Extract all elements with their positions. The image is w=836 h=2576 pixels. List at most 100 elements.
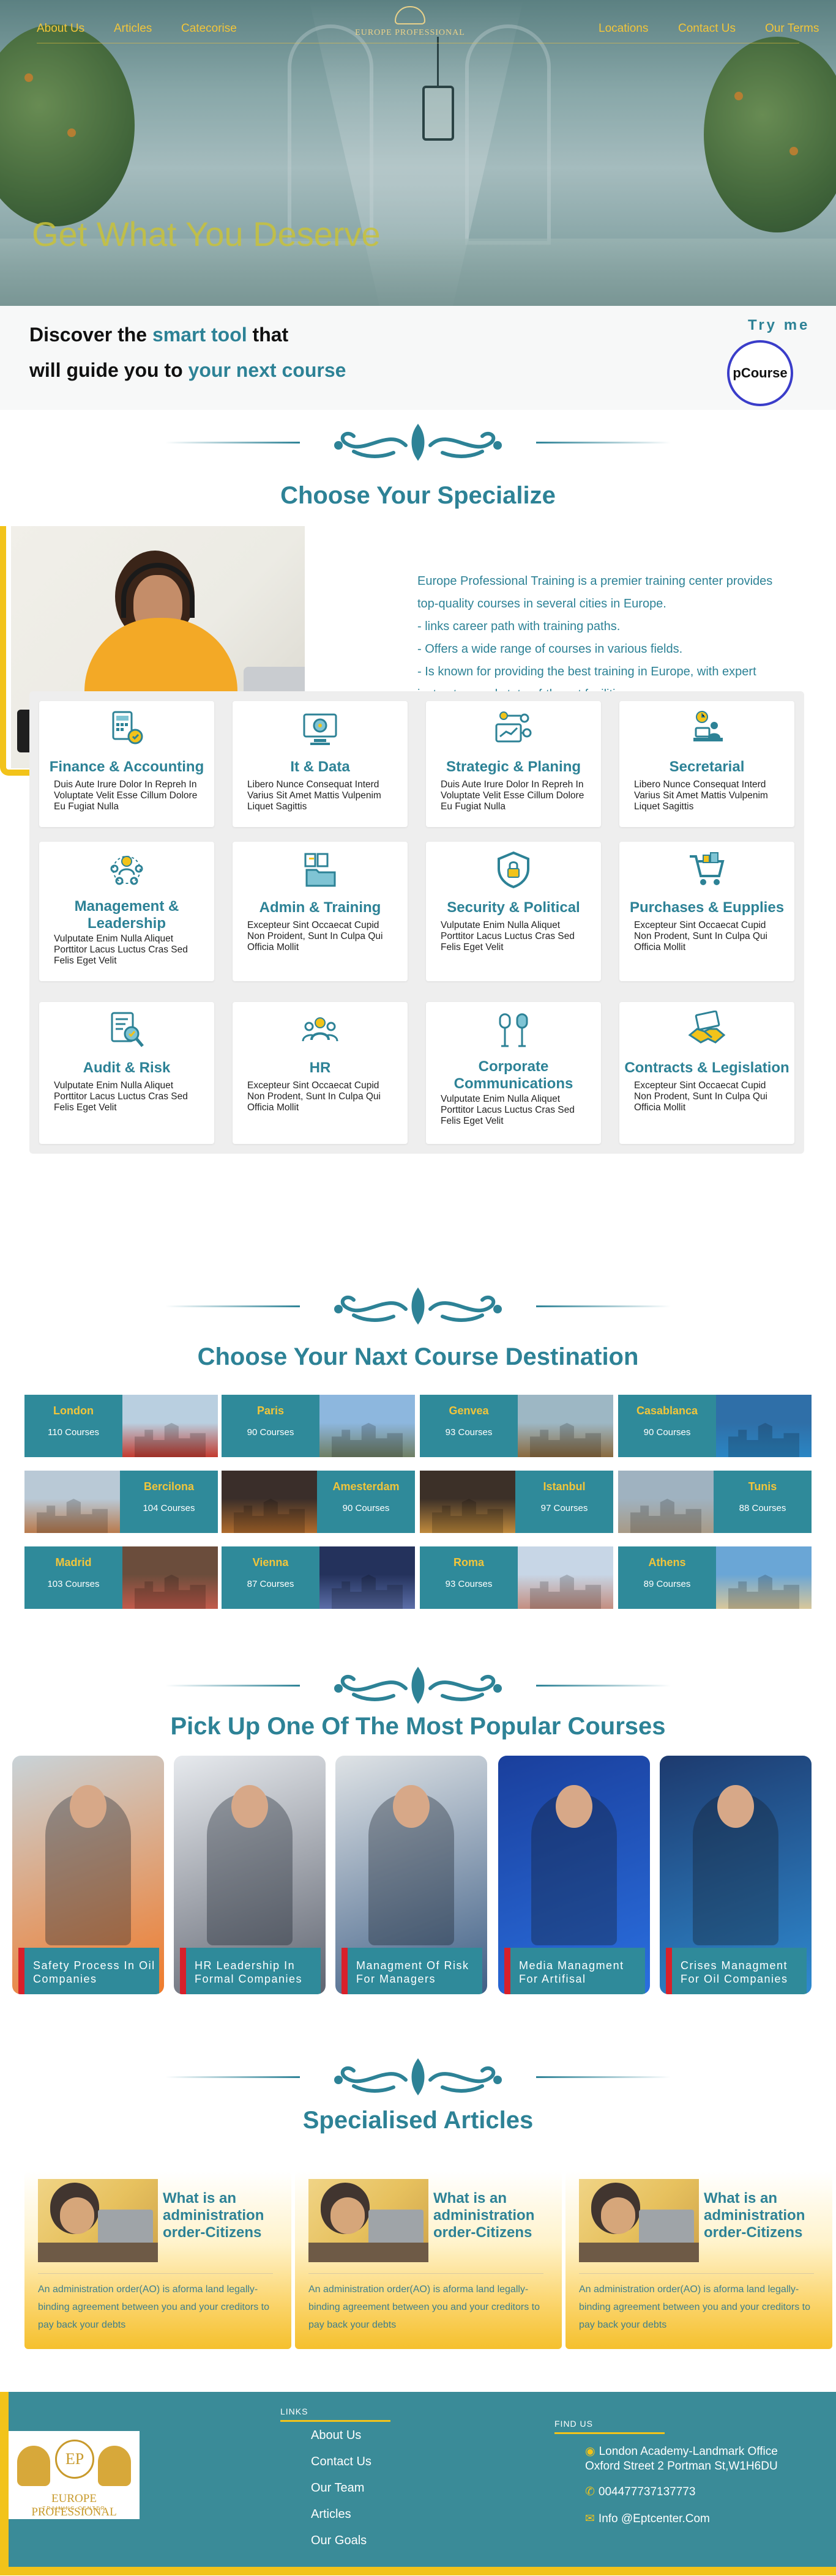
ornament-scroll-icon — [334, 1287, 502, 1325]
city-name: Roma — [453, 1556, 484, 1568]
footer-link-goals[interactable]: Our Goals — [311, 2534, 367, 2548]
specialization-card[interactable]: HR Excepteur Sint Occaecat Cupid Non Pro… — [233, 1002, 408, 1144]
city-skyline — [37, 1499, 108, 1533]
destination-info: Paris 90 Courses — [222, 1395, 319, 1457]
course-label: HR Leadership In Formal Companies — [180, 1948, 321, 1994]
specialization-card[interactable]: Corporate Communications Vulputate Enim … — [426, 1002, 601, 1144]
specialization-card[interactable]: Purchases & Eupplies Excepteur Sint Occa… — [619, 842, 794, 981]
destination-card[interactable]: Athens 89 Courses — [618, 1546, 812, 1609]
destination-card[interactable]: Paris 90 Courses — [222, 1395, 415, 1457]
specialization-card[interactable]: Audit & Risk Vulputate Enim Nulla Alique… — [39, 1002, 214, 1144]
city-name: Casablanca — [636, 1405, 698, 1417]
destination-card[interactable]: Roma 93 Courses — [420, 1546, 613, 1609]
specialization-card[interactable]: Admin & Training Excepteur Sint Occaecat… — [233, 842, 408, 981]
footer-link-contact[interactable]: Contact Us — [311, 2455, 371, 2469]
destination-card[interactable]: Casablanca 90 Courses — [618, 1395, 812, 1457]
city-skyline — [630, 1499, 701, 1533]
article-card[interactable]: What is an administration order-Citizens… — [295, 2172, 562, 2349]
specialize-section: Choose Your Specialize Europe Profession… — [0, 410, 836, 1285]
hero-overlay — [0, 0, 836, 306]
site-logo[interactable]: EUROPE PROFESSIONAL — [349, 6, 471, 45]
popular-course-card[interactable]: Safety Process In Oil Companies — [12, 1756, 164, 1994]
city-skyline — [332, 1423, 403, 1457]
location-pin-icon: ◉ — [585, 2445, 595, 2458]
specialization-card[interactable]: Secretarial Libero Nunce Consequat Inter… — [619, 701, 794, 827]
popular-course-card[interactable]: HR Leadership In Formal Companies — [174, 1756, 326, 1994]
destination-card[interactable]: Istanbul 97 Courses — [420, 1471, 613, 1533]
ornament-scroll-icon — [334, 2058, 502, 2096]
specialization-card[interactable]: Finance & Accounting Duis Aute Irure Dol… — [39, 701, 214, 827]
nav-articles[interactable]: Articles — [114, 22, 152, 35]
card-title: Purchases & Eupplies — [629, 899, 785, 916]
finance-icon — [112, 711, 143, 744]
section-ornament — [0, 421, 836, 464]
destination-card[interactable]: London 110 Courses — [24, 1395, 218, 1457]
article-title[interactable]: What is an administration order-Citizens — [704, 2190, 826, 2241]
article-thumbnail — [38, 2179, 158, 2262]
nav-contact-us[interactable]: Contact Us — [678, 22, 736, 35]
card-description: Duis Aute Irure Dolor In Repreh In Volup… — [441, 779, 584, 812]
specialization-card[interactable]: Contracts & Legislation Excepteur Sint O… — [619, 1002, 794, 1144]
article-title[interactable]: What is an administration order-Citizens — [163, 2190, 285, 2241]
city-name: Paris — [256, 1405, 285, 1417]
article-title[interactable]: What is an administration order-Citizens — [433, 2190, 556, 2241]
footer-link-articles[interactable]: Articles — [311, 2507, 351, 2522]
article-divider — [308, 2273, 543, 2274]
specialization-card[interactable]: Management & Leadership Vulputate Enim N… — [39, 842, 214, 981]
destination-card[interactable]: Amesterdam 90 Courses — [222, 1471, 415, 1533]
try-me-label: Try me — [748, 317, 810, 333]
handshake-icon — [688, 1011, 726, 1044]
city-photo — [716, 1546, 812, 1609]
popular-course-card[interactable]: Media Managment For Artifisal — [498, 1756, 650, 1994]
city-photo — [716, 1395, 812, 1457]
destination-card[interactable]: Bercilona 104 Courses — [24, 1471, 218, 1533]
footer-link-team[interactable]: Our Team — [311, 2481, 364, 2495]
footer-email[interactable]: ✉ Info @Eptcenter.Com — [585, 2512, 710, 2526]
article-card[interactable]: What is an administration order-Citizens… — [565, 2172, 832, 2349]
card-description: Excepteur Sint Occaecat Cupid Non Proden… — [634, 1080, 767, 1113]
footer-logo[interactable]: EP EUROPE PROFESSIONAL TRAINING CENTER — [9, 2431, 140, 2519]
city-skyline — [432, 1499, 503, 1533]
destination-card[interactable]: Madrid 103 Courses — [24, 1546, 218, 1609]
article-card[interactable]: What is an administration order-Citizens… — [24, 2172, 291, 2349]
destination-card[interactable]: Genvea 93 Courses — [420, 1395, 613, 1457]
specialization-card[interactable]: Security & Political Vulputate Enim Null… — [426, 842, 601, 981]
specialization-card[interactable]: Strategic & Planing Duis Aute Irure Dolo… — [426, 701, 601, 827]
card-title: Contracts & Legislation — [624, 1060, 789, 1076]
section-ornament — [0, 2055, 836, 2098]
card-title: Security & Political — [447, 899, 580, 916]
address-line-2: Oxford Street 2 Portman St,W1H6DU — [585, 2460, 778, 2473]
specialization-card[interactable]: It & Data Libero Nunce Consequat Interd … — [233, 701, 408, 827]
card-description: Vulputate Enim Nulla Aliquet Porttitor L… — [54, 1080, 188, 1113]
article-thumbnail — [308, 2179, 428, 2262]
destination-info: Athens 89 Courses — [618, 1546, 716, 1609]
communications-icon — [499, 1013, 528, 1047]
course-count: 88 Courses — [739, 1503, 786, 1513]
nav-categories[interactable]: Catecorise — [181, 22, 237, 35]
destination-info: London 110 Courses — [24, 1395, 122, 1457]
card-description: Vulputate Enim Nulla Aliquet Porttitor L… — [441, 920, 575, 952]
city-skyline — [728, 1575, 799, 1609]
footer-address: ◉ London Academy-Landmark Office Oxford S… — [585, 2444, 778, 2474]
article-excerpt: An administration order(AO) is aforma la… — [579, 2284, 811, 2330]
card-description: Excepteur Sint Occaecat Cupid Non Proden… — [247, 1080, 381, 1113]
nav-locations[interactable]: Locations — [599, 22, 648, 35]
destination-info: Bercilona 104 Courses — [120, 1471, 218, 1533]
destination-info: Genvea 93 Courses — [420, 1395, 518, 1457]
nav-about-us[interactable]: About Us — [37, 22, 84, 35]
footer-link-about[interactable]: About Us — [311, 2429, 361, 2443]
course-count: 90 Courses — [643, 1427, 691, 1438]
footer-phone[interactable]: ✆ 004477737137773 — [585, 2485, 695, 2500]
card-description: Excepteur Sint Occaecat Cupid Non Proide… — [247, 920, 383, 952]
popular-course-card[interactable]: Crises Managment For Oil Companies — [660, 1756, 812, 1994]
city-photo — [420, 1471, 515, 1533]
card-description: Excepteur Sint Occaecat Cupid Non Proden… — [634, 920, 767, 952]
pcourse-button[interactable]: pCourse — [727, 340, 793, 406]
destination-card[interactable]: Tunis 88 Courses — [618, 1471, 812, 1533]
destination-info: Istanbul 97 Courses — [515, 1471, 613, 1533]
destination-card[interactable]: Vienna 87 Courses — [222, 1546, 415, 1609]
popular-course-card[interactable]: Managment Of Risk For Managers — [335, 1756, 487, 1994]
popular-courses-section: Pick Up One Of The Most Popular Courses … — [0, 1664, 836, 2055]
nav-our-terms[interactable]: Our Terms — [765, 22, 819, 35]
course-count: 104 Courses — [143, 1503, 195, 1513]
